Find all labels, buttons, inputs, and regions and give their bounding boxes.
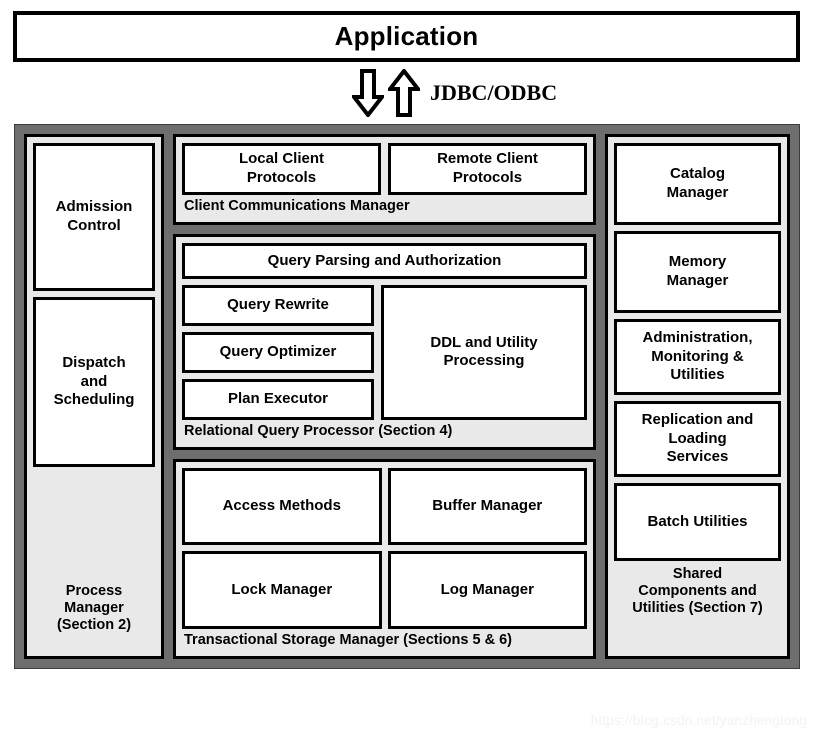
query-processor-body: Query Rewrite Query Optimizer Plan Execu… <box>182 285 587 420</box>
transactional-storage-manager-label: Transactional Storage Manager (Sections … <box>184 631 512 648</box>
box-administration-monitoring-utilities-label: Administration, Monitoring & Utilities <box>642 328 753 384</box>
middle-column: Local Client Protocols Remote Client Pro… <box>173 134 596 659</box>
process-manager-label: Process Manager (Section 2) <box>56 582 132 633</box>
box-buffer-manager-label: Buffer Manager <box>432 497 543 515</box>
box-catalog-manager[interactable]: Catalog Manager <box>614 143 781 225</box>
jdbc-odbc-connector: JDBC/ODBC <box>352 68 652 118</box>
box-replication-and-loading-services-label: Replication and Loading Services <box>641 410 754 466</box>
box-admission-control-label: Admission Control <box>55 198 133 234</box>
relational-query-processor-label: Relational Query Processor (Section 4) <box>184 422 453 439</box>
client-protocol-row: Local Client Protocols Remote Client Pro… <box>182 143 587 195</box>
box-log-manager-label: Log Manager <box>440 580 534 598</box>
box-batch-utilities[interactable]: Batch Utilities <box>614 483 781 561</box>
application-title: Application <box>334 21 479 51</box>
storage-manager-grid: Access Methods Buffer Manager Lock Manag… <box>182 468 587 629</box>
box-dispatch-and-scheduling-label: Dispatch and Scheduling <box>53 353 135 409</box>
application-box: Application <box>13 11 800 62</box>
box-local-client-protocols[interactable]: Local Client Protocols <box>182 143 381 195</box>
box-dispatch-and-scheduling[interactable]: Dispatch and Scheduling <box>33 297 155 467</box>
box-ddl-and-utility-processing-label: DDL and Utility Processing <box>430 333 538 370</box>
client-communications-manager-panel: Local Client Protocols Remote Client Pro… <box>173 134 596 225</box>
box-log-manager[interactable]: Log Manager <box>387 551 587 629</box>
dbms-container: Admission Control Dispatch and Schedulin… <box>14 124 800 669</box>
box-remote-client-protocols[interactable]: Remote Client Protocols <box>388 143 587 195</box>
client-communications-manager-label: Client Communications Manager <box>184 197 410 214</box>
box-batch-utilities-label: Batch Utilities <box>647 512 748 530</box>
box-access-methods[interactable]: Access Methods <box>182 468 382 546</box>
box-plan-executor-label: Plan Executor <box>227 390 329 408</box>
box-memory-manager[interactable]: Memory Manager <box>614 231 781 313</box>
box-lock-manager-label: Lock Manager <box>231 580 333 598</box>
jdbc-odbc-label: JDBC/ODBC <box>430 80 558 105</box>
box-catalog-manager-label: Catalog Manager <box>666 165 729 201</box>
transactional-storage-manager-panel: Access Methods Buffer Manager Lock Manag… <box>173 459 596 659</box>
relational-query-processor-panel: Query Parsing and Authorization Query Re… <box>173 234 596 450</box>
shared-components-panel: Catalog Manager Memory Manager Administr… <box>605 134 790 659</box>
box-plan-executor[interactable]: Plan Executor <box>182 378 374 420</box>
box-query-rewrite-label: Query Rewrite <box>227 296 329 314</box>
watermark: https://blog.csdn.net/yanzhengtong <box>590 713 807 728</box>
box-query-rewrite[interactable]: Query Rewrite <box>182 285 374 326</box>
box-administration-monitoring-utilities[interactable]: Administration, Monitoring & Utilities <box>614 319 781 395</box>
shared-components-list: Catalog Manager Memory Manager Administr… <box>614 143 781 561</box>
query-processor-left-stack: Query Rewrite Query Optimizer Plan Execu… <box>182 285 374 420</box>
box-replication-and-loading-services[interactable]: Replication and Loading Services <box>614 401 781 477</box>
box-remote-client-protocols-label: Remote Client Protocols <box>437 150 538 186</box>
box-memory-manager-label: Memory Manager <box>666 253 729 289</box>
box-query-optimizer-label: Query Optimizer <box>219 343 337 361</box>
arrow-down-icon <box>352 69 384 117</box>
box-ddl-and-utility-processing[interactable]: DDL and Utility Processing <box>381 285 587 420</box>
box-buffer-manager[interactable]: Buffer Manager <box>387 468 587 546</box>
box-local-client-protocols-label: Local Client Protocols <box>238 150 324 186</box>
shared-components-label: Shared Components and Utilities (Section… <box>632 566 763 617</box>
box-access-methods-label: Access Methods <box>222 497 341 515</box>
box-query-parsing-and-authorization-label: Query Parsing and Authorization <box>267 251 502 269</box>
box-lock-manager[interactable]: Lock Manager <box>182 551 382 629</box>
process-manager-panel: Admission Control Dispatch and Schedulin… <box>24 134 164 659</box>
arrow-up-icon <box>388 69 420 117</box>
box-query-parsing-and-authorization[interactable]: Query Parsing and Authorization <box>182 243 587 279</box>
box-query-optimizer[interactable]: Query Optimizer <box>182 331 374 373</box>
box-admission-control[interactable]: Admission Control <box>33 143 155 291</box>
